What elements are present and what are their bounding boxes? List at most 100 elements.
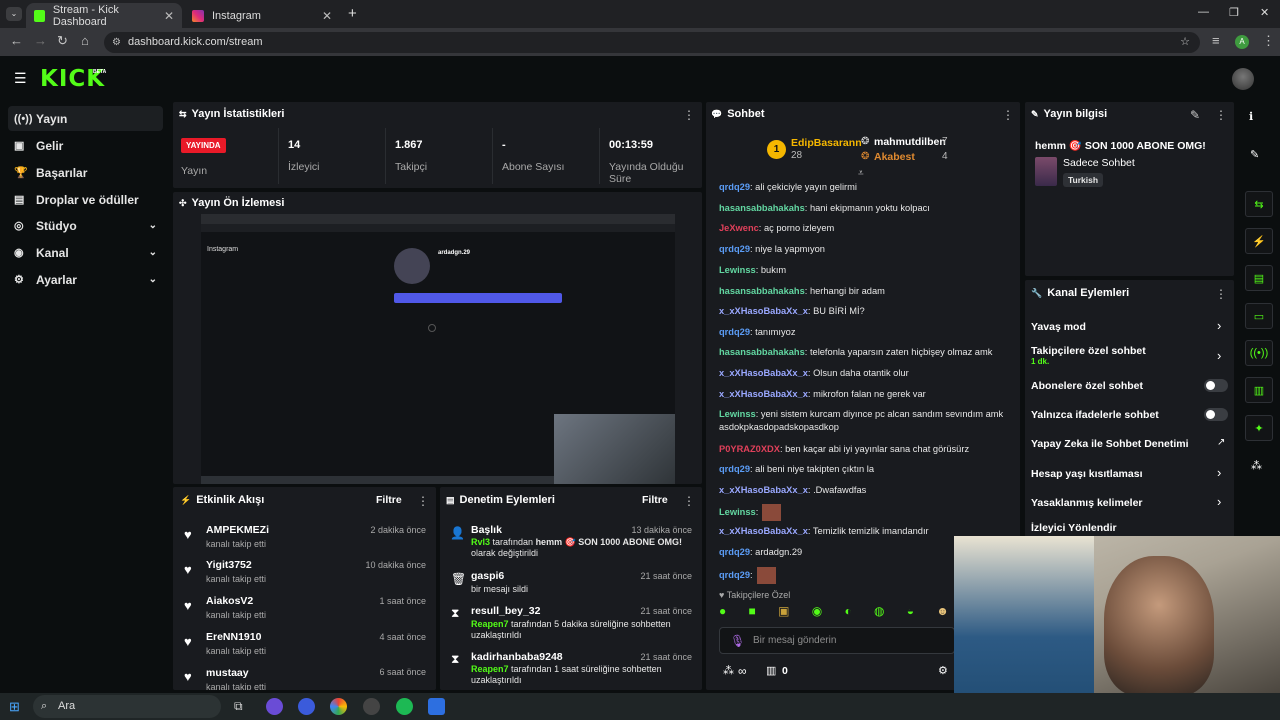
forward-icon[interactable]: →: [34, 33, 47, 48]
sidebar-item-ayarlar[interactable]: ⚙ Ayarlar ⌄: [8, 267, 163, 292]
sidebar-item-droplar[interactable]: ▤ Droplar ve ödüller: [8, 187, 163, 212]
leaderboard-user[interactable]: Akabest: [874, 151, 915, 163]
emote-icon[interactable]: ■: [749, 604, 756, 620]
windows-start-icon[interactable]: ⊞: [9, 699, 20, 715]
rail-tools-button[interactable]: ✦: [1245, 415, 1273, 441]
tab-search-button[interactable]: ⌄: [6, 7, 22, 21]
sidebar-item-studyo[interactable]: ◎ Stüdyo ⌄: [8, 213, 163, 238]
emote-icon[interactable]: ☻: [936, 604, 949, 620]
activity-filter-button[interactable]: Filtre: [376, 494, 402, 506]
taskbar-search[interactable]: ⌕ Ara: [33, 695, 221, 718]
more-icon[interactable]: ⁂: [1251, 459, 1262, 472]
external-link-icon[interactable]: ↗: [1217, 437, 1225, 448]
chat-username[interactable]: P0YRAZ0XDX: [719, 444, 780, 454]
sidebar-item-gelir[interactable]: ▣ Gelir: [8, 133, 163, 158]
chat-username[interactable]: x_xXHasoBabaXx_x: [719, 485, 808, 495]
window-close-button[interactable]: ✕: [1260, 6, 1269, 19]
task-view-icon[interactable]: ⧉: [234, 699, 243, 714]
mod-item-title[interactable]: gaspi6: [471, 570, 504, 582]
slow-mode-row[interactable]: Yavaş mod: [1031, 321, 1086, 333]
activity-user[interactable]: AiakosV2: [206, 595, 253, 607]
emote-icon[interactable]: ●: [719, 604, 726, 620]
chat-username[interactable]: Lewinss: [719, 507, 756, 517]
maximize-button[interactable]: ❐: [1229, 6, 1239, 19]
chevron-right-icon[interactable]: ›: [1217, 318, 1221, 333]
chevron-right-icon[interactable]: ›: [1217, 348, 1221, 363]
chat-username[interactable]: hasansabbahakahs: [719, 347, 805, 357]
chat-username[interactable]: qrdq29: [719, 570, 750, 580]
browser-menu-icon[interactable]: ⋮: [1262, 33, 1275, 49]
sidebar-item-basarilar[interactable]: 🏆 Başarılar: [8, 160, 163, 185]
minimize-button[interactable]: —: [1198, 6, 1209, 18]
banned-words-row[interactable]: Yasaklanmış kelimeler: [1031, 497, 1143, 509]
emote-only-toggle[interactable]: [1204, 408, 1228, 421]
rail-info-button[interactable]: ▥: [1245, 377, 1273, 403]
chat-username[interactable]: x_xXHasoBabaXx_x: [719, 368, 808, 378]
bookmark-star-icon[interactable]: ☆: [1180, 32, 1190, 53]
edit-icon[interactable]: ✎: [1190, 108, 1200, 122]
stats-menu-icon[interactable]: ⋮: [683, 108, 695, 122]
app-icon[interactable]: [428, 698, 445, 715]
moderation-filter-button[interactable]: Filtre: [642, 494, 668, 506]
chat-username[interactable]: qrdq29: [719, 244, 750, 254]
chat-username[interactable]: Lewinss: [719, 409, 756, 419]
media-controls-icon[interactable]: ≡: [1212, 33, 1220, 48]
reload-icon[interactable]: ↻: [57, 33, 68, 49]
stream-preview-video[interactable]: Instagram ardadgn.29: [201, 214, 675, 484]
emote-icon[interactable]: ◍: [874, 604, 884, 620]
tab-kick-dashboard[interactable]: Stream - Kick Dashboard ✕: [26, 3, 182, 28]
spotify-icon[interactable]: [396, 698, 413, 715]
obs-icon[interactable]: [363, 698, 380, 715]
chat-username[interactable]: qrdq29: [719, 547, 750, 557]
account-age-row[interactable]: Hesap yaşı kısıtlaması: [1031, 468, 1143, 480]
collapse-icon[interactable]: ⩡: [858, 168, 864, 179]
category-thumbnail[interactable]: [1035, 157, 1057, 186]
user-avatar[interactable]: [1232, 68, 1254, 90]
activity-user[interactable]: mustaay: [206, 667, 249, 679]
rail-broadcast-button[interactable]: ((•)): [1245, 340, 1273, 366]
close-icon[interactable]: ✕: [322, 9, 332, 23]
tab-instagram[interactable]: Instagram ✕: [184, 3, 340, 28]
stream-info-menu-icon[interactable]: ⋮: [1215, 108, 1227, 122]
app-icon[interactable]: [298, 698, 315, 715]
chat-username[interactable]: x_xXHasoBabaXx_x: [719, 306, 808, 316]
followers-only-row[interactable]: Takipçilere özel sohbet: [1031, 345, 1146, 357]
sidebar-item-yayin[interactable]: ((•)) Yayın: [8, 106, 163, 131]
moderation-menu-icon[interactable]: ⋮: [683, 494, 695, 508]
microphone-icon[interactable]: 🎙: [730, 634, 745, 648]
activity-user[interactable]: AMPEKMEZi: [206, 524, 269, 536]
chat-input[interactable]: 🎙 Bir mesaj gönderin: [719, 627, 955, 654]
chat-username[interactable]: hasansabbahakahs: [719, 286, 805, 296]
gift-box-icon[interactable]: ▥: [766, 664, 776, 677]
rail-activity-button[interactable]: ⚡: [1245, 228, 1273, 254]
leaderboard-user[interactable]: EdipBasarann: [791, 137, 862, 149]
channel-actions-menu-icon[interactable]: ⋮: [1215, 287, 1227, 301]
mod-item-title[interactable]: kadirhanbaba9248: [471, 651, 563, 663]
back-icon[interactable]: ←: [10, 33, 23, 48]
chat-username[interactable]: qrdq29: [719, 182, 750, 192]
site-info-icon[interactable]: ⚙: [112, 32, 121, 53]
rail-stats-button[interactable]: ⇆: [1245, 191, 1273, 217]
chat-username[interactable]: x_xXHasoBabaXx_x: [719, 389, 808, 399]
ai-moderation-row[interactable]: Yapay Zeka ile Sohbet Denetimi: [1031, 438, 1189, 450]
host-viewers-row[interactable]: İzleyici Yönlendir: [1031, 522, 1117, 534]
chevron-right-icon[interactable]: ›: [1217, 465, 1221, 480]
address-bar[interactable]: ⚙ dashboard.kick.com/stream ☆: [104, 32, 1200, 53]
chat-username[interactable]: qrdq29: [719, 464, 750, 474]
chat-username[interactable]: qrdq29: [719, 327, 750, 337]
activity-user[interactable]: Yigit3752: [206, 559, 252, 571]
activity-menu-icon[interactable]: ⋮: [417, 494, 429, 508]
chrome-icon[interactable]: [330, 698, 347, 715]
chat-username[interactable]: x_xXHasoBabaXx_x: [719, 526, 808, 536]
new-tab-button[interactable]: +: [348, 5, 357, 22]
chat-username[interactable]: JeXwenc: [719, 223, 759, 233]
emote-icon[interactable]: ▣: [778, 604, 789, 620]
chat-menu-icon[interactable]: ⋮: [1002, 108, 1014, 122]
points-icon[interactable]: ⁂: [723, 664, 734, 677]
emote-icon[interactable]: ◒: [907, 604, 914, 620]
hamburger-menu-icon[interactable]: ☰: [14, 70, 27, 87]
activity-user[interactable]: EreNN1910: [206, 631, 261, 643]
profile-avatar[interactable]: A: [1235, 35, 1249, 49]
stream-tag[interactable]: Turkish: [1063, 173, 1104, 187]
rail-chat-button[interactable]: ▭: [1245, 303, 1273, 329]
